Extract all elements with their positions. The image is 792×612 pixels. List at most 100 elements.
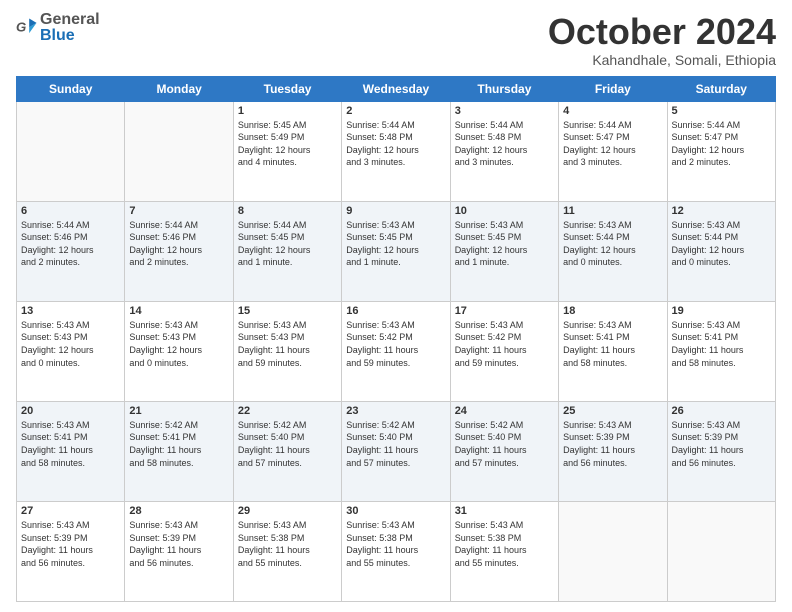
day-info: Sunrise: 5:43 AM Sunset: 5:42 PM Dayligh… [455, 319, 554, 369]
day-number: 19 [672, 305, 771, 317]
day-info: Sunrise: 5:43 AM Sunset: 5:43 PM Dayligh… [129, 319, 228, 369]
day-info: Sunrise: 5:44 AM Sunset: 5:48 PM Dayligh… [455, 119, 554, 169]
day-number: 1 [238, 105, 337, 117]
calendar-week-row: 1 Sunrise: 5:45 AM Sunset: 5:49 PM Daylig… [17, 101, 776, 201]
day-info: Sunrise: 5:43 AM Sunset: 5:41 PM Dayligh… [563, 319, 662, 369]
table-row: 22Sunrise: 5:42 AM Sunset: 5:40 PM Dayli… [233, 401, 341, 501]
day-number: 23 [346, 405, 445, 417]
table-row: 2Sunrise: 5:44 AM Sunset: 5:48 PM Daylig… [342, 101, 450, 201]
table-row: 12 Sunrise: 5:43 AM Sunset: 5:44 PM Dayli… [667, 201, 775, 301]
table-row: 10 Sunrise: 5:43 AM Sunset: 5:45 PM Dayli… [450, 201, 558, 301]
day-number: 29 [238, 505, 337, 517]
day-info: Sunrise: 5:43 AM Sunset: 5:39 PM Dayligh… [21, 519, 120, 569]
day-info: Sunrise: 5:43 AM Sunset: 5:44 PM Dayligh… [563, 219, 662, 269]
day-info: Sunrise: 5:42 AM Sunset: 5:40 PM Dayligh… [455, 419, 554, 469]
table-row: 29 Sunrise: 5:43 AM Sunset: 5:38 PM Dayli… [233, 501, 341, 601]
table-row [559, 501, 667, 601]
day-number: 27 [21, 505, 120, 517]
day-number: 24 [455, 405, 554, 417]
day-info: Sunrise: 5:43 AM Sunset: 5:39 PM Dayligh… [563, 419, 662, 469]
logo-icon: G [16, 17, 38, 39]
day-info: Sunrise: 5:44 AM Sunset: 5:48 PM Dayligh… [346, 119, 445, 169]
table-row: 15Sunrise: 5:43 AM Sunset: 5:43 PM Dayli… [233, 301, 341, 401]
table-row: 26 Sunrise: 5:43 AM Sunset: 5:39 PM Dayli… [667, 401, 775, 501]
day-number: 15 [238, 305, 337, 317]
day-info: Sunrise: 5:44 AM Sunset: 5:46 PM Dayligh… [21, 219, 120, 269]
logo-general: General [40, 12, 100, 28]
table-row: 7Sunrise: 5:44 AM Sunset: 5:46 PM Daylig… [125, 201, 233, 301]
month-title: October 2024 [548, 12, 776, 52]
table-row [125, 101, 233, 201]
calendar-week-row: 20 Sunrise: 5:43 AM Sunset: 5:41 PM Dayli… [17, 401, 776, 501]
day-number: 26 [672, 405, 771, 417]
table-row: 13 Sunrise: 5:43 AM Sunset: 5:43 PM Dayli… [17, 301, 125, 401]
col-friday: Friday [559, 76, 667, 101]
col-monday: Monday [125, 76, 233, 101]
table-row: 24 Sunrise: 5:42 AM Sunset: 5:40 PM Dayli… [450, 401, 558, 501]
day-info: Sunrise: 5:44 AM Sunset: 5:46 PM Dayligh… [129, 219, 228, 269]
page: G General Blue October 2024 Kahandhale, … [0, 0, 792, 612]
logo-wrapper: G General Blue [16, 12, 100, 44]
table-row [667, 501, 775, 601]
logo-blue: Blue [40, 28, 100, 44]
table-row: 19 Sunrise: 5:43 AM Sunset: 5:41 PM Dayli… [667, 301, 775, 401]
table-row: 1 Sunrise: 5:45 AM Sunset: 5:49 PM Daylig… [233, 101, 341, 201]
table-row: 6 Sunrise: 5:44 AM Sunset: 5:46 PM Daylig… [17, 201, 125, 301]
day-info: Sunrise: 5:43 AM Sunset: 5:41 PM Dayligh… [672, 319, 771, 369]
day-info: Sunrise: 5:44 AM Sunset: 5:45 PM Dayligh… [238, 219, 337, 269]
day-number: 18 [563, 305, 662, 317]
col-tuesday: Tuesday [233, 76, 341, 101]
day-number: 20 [21, 405, 120, 417]
day-info: Sunrise: 5:43 AM Sunset: 5:41 PM Dayligh… [21, 419, 120, 469]
day-number: 17 [455, 305, 554, 317]
table-row: 20 Sunrise: 5:43 AM Sunset: 5:41 PM Dayli… [17, 401, 125, 501]
table-row: 21Sunrise: 5:42 AM Sunset: 5:41 PM Dayli… [125, 401, 233, 501]
day-number: 28 [129, 505, 228, 517]
table-row: 18 Sunrise: 5:43 AM Sunset: 5:41 PM Dayli… [559, 301, 667, 401]
calendar-week-row: 6 Sunrise: 5:44 AM Sunset: 5:46 PM Daylig… [17, 201, 776, 301]
day-info: Sunrise: 5:42 AM Sunset: 5:40 PM Dayligh… [346, 419, 445, 469]
day-info: Sunrise: 5:43 AM Sunset: 5:39 PM Dayligh… [129, 519, 228, 569]
location: Kahandhale, Somali, Ethiopia [548, 52, 776, 68]
calendar-header-row: Sunday Monday Tuesday Wednesday Thursday… [17, 76, 776, 101]
day-number: 25 [563, 405, 662, 417]
table-row: 14 Sunrise: 5:43 AM Sunset: 5:43 PM Dayli… [125, 301, 233, 401]
day-info: Sunrise: 5:43 AM Sunset: 5:43 PM Dayligh… [21, 319, 120, 369]
day-number: 6 [21, 205, 120, 217]
day-info: Sunrise: 5:43 AM Sunset: 5:38 PM Dayligh… [238, 519, 337, 569]
table-row: 8Sunrise: 5:44 AM Sunset: 5:45 PM Daylig… [233, 201, 341, 301]
day-number: 9 [346, 205, 445, 217]
col-sunday: Sunday [17, 76, 125, 101]
table-row: 17 Sunrise: 5:43 AM Sunset: 5:42 PM Dayli… [450, 301, 558, 401]
day-number: 14 [129, 305, 228, 317]
day-info: Sunrise: 5:43 AM Sunset: 5:38 PM Dayligh… [455, 519, 554, 569]
day-info: Sunrise: 5:43 AM Sunset: 5:44 PM Dayligh… [672, 219, 771, 269]
table-row: 23 Sunrise: 5:42 AM Sunset: 5:40 PM Dayli… [342, 401, 450, 501]
calendar-table: Sunday Monday Tuesday Wednesday Thursday… [16, 76, 776, 602]
logo-area: G General Blue [16, 12, 100, 44]
table-row [17, 101, 125, 201]
day-number: 5 [672, 105, 771, 117]
table-row: 28 Sunrise: 5:43 AM Sunset: 5:39 PM Dayli… [125, 501, 233, 601]
table-row: 16Sunrise: 5:43 AM Sunset: 5:42 PM Dayli… [342, 301, 450, 401]
day-number: 12 [672, 205, 771, 217]
day-number: 4 [563, 105, 662, 117]
day-info: Sunrise: 5:43 AM Sunset: 5:42 PM Dayligh… [346, 319, 445, 369]
table-row: 4 Sunrise: 5:44 AM Sunset: 5:47 PM Daylig… [559, 101, 667, 201]
table-row: 27 Sunrise: 5:43 AM Sunset: 5:39 PM Dayli… [17, 501, 125, 601]
day-info: Sunrise: 5:43 AM Sunset: 5:45 PM Dayligh… [455, 219, 554, 269]
day-number: 31 [455, 505, 554, 517]
table-row: 9Sunrise: 5:43 AM Sunset: 5:45 PM Daylig… [342, 201, 450, 301]
logo-label: General Blue [40, 12, 100, 44]
day-info: Sunrise: 5:44 AM Sunset: 5:47 PM Dayligh… [563, 119, 662, 169]
day-number: 11 [563, 205, 662, 217]
title-area: October 2024 Kahandhale, Somali, Ethiopi… [548, 12, 776, 68]
day-info: Sunrise: 5:42 AM Sunset: 5:41 PM Dayligh… [129, 419, 228, 469]
day-info: Sunrise: 5:43 AM Sunset: 5:39 PM Dayligh… [672, 419, 771, 469]
day-info: Sunrise: 5:45 AM Sunset: 5:49 PM Dayligh… [238, 119, 337, 169]
day-number: 3 [455, 105, 554, 117]
day-number: 13 [21, 305, 120, 317]
day-number: 10 [455, 205, 554, 217]
day-number: 22 [238, 405, 337, 417]
header: G General Blue October 2024 Kahandhale, … [16, 12, 776, 68]
